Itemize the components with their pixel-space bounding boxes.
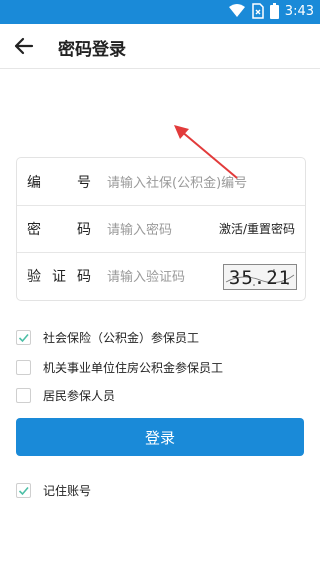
user-type-option[interactable]: 社会保险（公积金）参保员工: [16, 327, 199, 347]
back-arrow-icon[interactable]: [12, 35, 34, 57]
captcha-text: 35.21: [229, 267, 291, 289]
captcha-input[interactable]: 请输入验证码: [107, 252, 185, 299]
remember-account-option[interactable]: 记住账号: [16, 480, 91, 500]
remember-checkbox[interactable]: [16, 482, 31, 498]
check-icon: [18, 333, 29, 342]
login-button[interactable]: 登录: [16, 418, 304, 456]
captcha-noise: 35.21: [225, 267, 295, 289]
captcha-row: 验 证 码 请输入验证码 35.21: [17, 252, 305, 299]
check-icon: [18, 486, 29, 495]
status-bar: 3:43: [0, 0, 320, 24]
captcha-label: 验 证 码: [27, 252, 91, 299]
captcha-image[interactable]: 35.21: [223, 264, 297, 290]
password-row: 密 码 请输入密码 激活/重置密码: [17, 205, 305, 253]
account-row: 编 号 请输入社保(公积金)编号: [17, 158, 305, 206]
password-label-char: 密: [27, 221, 41, 238]
checkbox[interactable]: [16, 329, 31, 345]
captcha-label-char: 验: [27, 268, 41, 285]
account-label: 编 号: [27, 158, 91, 205]
status-icons: 3:43: [228, 3, 314, 19]
no-sim-icon: [252, 3, 264, 19]
account-label-char: 编: [27, 174, 41, 191]
password-label-char: 码: [77, 221, 91, 238]
app-bar: 密码登录: [0, 24, 320, 69]
battery-icon: [269, 3, 279, 19]
remember-label: 记住账号: [43, 483, 92, 498]
account-label-char: 号: [77, 174, 91, 191]
wifi-icon: [228, 4, 245, 17]
captcha-label-char: 证: [52, 268, 66, 285]
page-title: 密码登录: [58, 40, 126, 60]
status-time: 3:43: [284, 3, 314, 19]
user-type-label: 机关事业单位住房公积金参保员工: [43, 360, 224, 375]
checkbox[interactable]: [16, 387, 31, 403]
annotation-arrow-icon: [174, 125, 238, 179]
reset-password-link[interactable]: 激活/重置密码: [219, 205, 295, 252]
password-input[interactable]: 请输入密码: [107, 205, 172, 252]
password-label: 密 码: [27, 205, 91, 252]
captcha-label-char: 码: [77, 268, 91, 285]
checkbox[interactable]: [16, 359, 31, 375]
user-type-option[interactable]: 机关事业单位住房公积金参保员工: [16, 357, 223, 377]
user-type-label: 居民参保人员: [43, 388, 116, 403]
user-type-label: 社会保险（公积金）参保员工: [43, 330, 200, 345]
login-form: 编 号 请输入社保(公积金)编号 密 码 请输入密码 激活/重置密码 验 证 码…: [16, 157, 306, 301]
user-type-option[interactable]: 居民参保人员: [16, 385, 115, 405]
